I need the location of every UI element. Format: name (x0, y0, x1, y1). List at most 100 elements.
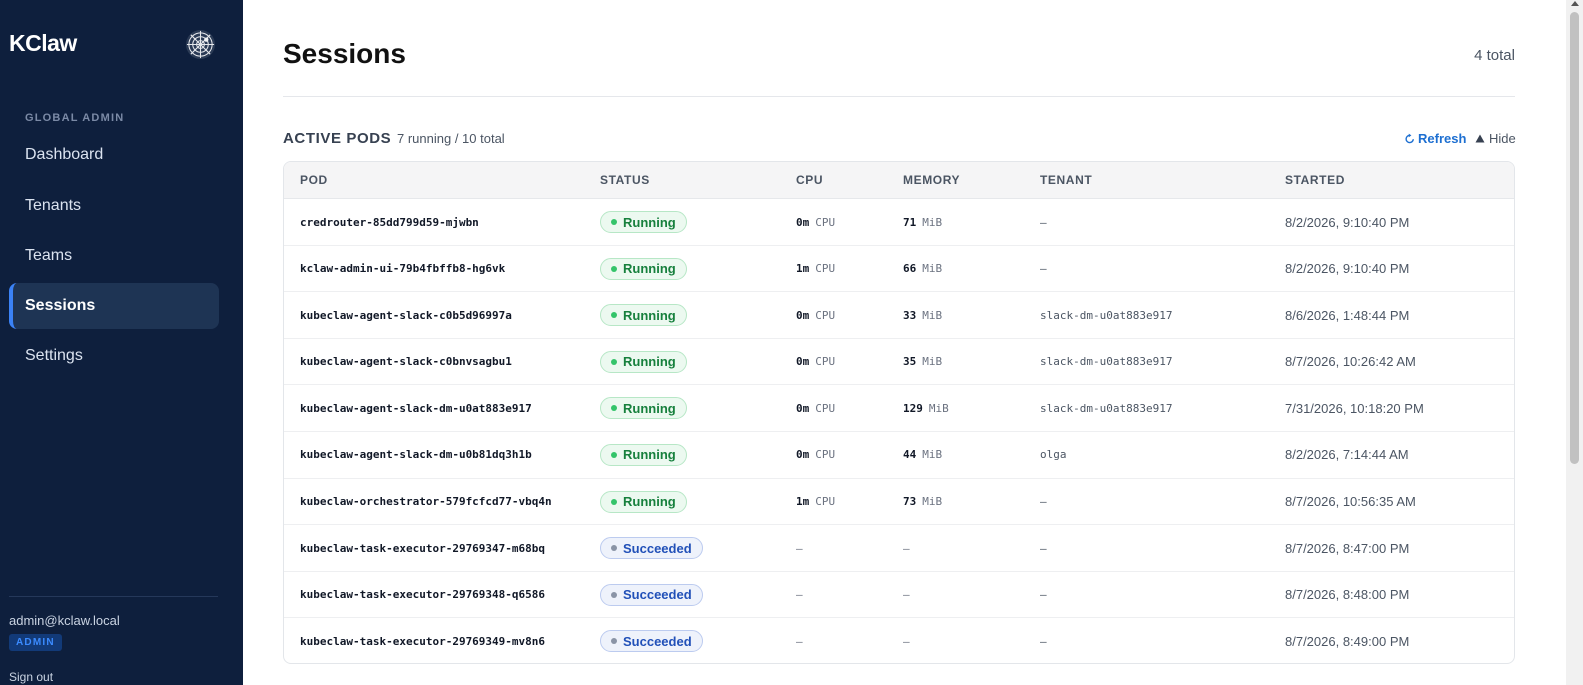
active-pods-summary: 7 running / 10 total (397, 131, 505, 146)
scrollbar-thumb[interactable] (1570, 12, 1579, 464)
memory-value: — (903, 541, 910, 555)
sidebar-item-dashboard[interactable]: Dashboard (9, 132, 219, 178)
refresh-label: Refresh (1418, 131, 1467, 146)
memory-unit: MiB (922, 355, 943, 369)
cpu-value: 1m (796, 495, 810, 509)
cpu-unit: CPU (815, 215, 836, 229)
started-value: 8/7/2026, 10:26:42 AM (1285, 354, 1416, 370)
status-dot-icon (611, 498, 617, 505)
column-header-memory: MEMORY (903, 173, 961, 187)
status-cell: Running (600, 199, 687, 245)
status-badge: Running (600, 257, 687, 280)
cpu-value: — (796, 634, 803, 648)
role-badge: ADMIN (9, 634, 62, 651)
sidebar-item-tenants[interactable]: Tenants (9, 183, 219, 229)
brand-logo-text[interactable]: KClaw (9, 30, 77, 57)
cpu-cell: 1m CPU (796, 479, 835, 525)
status-dot-icon (611, 405, 617, 412)
table-row[interactable]: kubeclaw-orchestrator-579fcfcd77-vbq4n Ru… (284, 479, 1514, 526)
cpu-cell: 0m CPU (796, 432, 835, 478)
tenant-value: – (1040, 588, 1047, 602)
memory-cell: — (903, 525, 910, 571)
status-badge: Succeeded (600, 537, 703, 560)
tenant-value: slack-dm-u0at883e917 (1040, 401, 1173, 415)
status-badge: Running (600, 397, 687, 420)
status-label: Running (623, 354, 676, 370)
table-row[interactable]: kubeclaw-task-executor-29769347-m68bq Suc… (284, 525, 1514, 572)
signout-link[interactable]: Sign out (9, 670, 53, 684)
memory-unit: MiB (922, 262, 943, 276)
active-pods-title: ACTIVE PODS (283, 130, 392, 147)
status-label: Succeeded (623, 540, 692, 556)
hide-label: Hide (1489, 131, 1516, 146)
status-cell: Succeeded (600, 572, 703, 618)
pod-name: kubeclaw-task-executor-29769348-q6586 (300, 588, 546, 602)
hide-button[interactable]: Hide (1475, 131, 1516, 146)
status-dot-icon (611, 545, 617, 552)
tenant-value: – (1040, 262, 1047, 276)
memory-value: — (903, 588, 910, 602)
sidebar-item-settings[interactable]: Settings (9, 333, 219, 379)
sidebar: KClaw GLOBAL ADMIN Dashboard Tenants Tea… (0, 0, 243, 685)
started-value: 8/7/2026, 8:49:00 PM (1285, 633, 1410, 649)
status-badge: Running (600, 490, 687, 513)
pod-name: kubeclaw-agent-slack-dm-u0b81dq3h1b (300, 448, 532, 462)
vertical-scrollbar[interactable] (1566, 0, 1583, 685)
table-row[interactable]: kubeclaw-agent-slack-dm-u0b81dq3h1b Runni… (284, 432, 1514, 479)
sidebar-divider (9, 596, 218, 597)
memory-value: 33 (903, 308, 917, 322)
cpu-unit: CPU (815, 448, 836, 462)
status-dot-icon (611, 265, 617, 272)
table-row[interactable]: kubeclaw-agent-slack-c0bnvsagbu1 Running 0… (284, 339, 1514, 386)
status-cell: Running (600, 385, 687, 431)
sidebar-item-label: Sessions (25, 297, 96, 314)
cpu-unit: CPU (815, 355, 836, 369)
sidebar-item-sessions[interactable]: Sessions (9, 283, 219, 329)
memory-unit: MiB (922, 495, 943, 509)
table-row[interactable]: kubeclaw-agent-slack-dm-u0at883e917 Runni… (284, 385, 1514, 432)
memory-cell: 33 MiB (903, 292, 942, 338)
status-dot-icon (611, 451, 617, 458)
tenant-value: olga (1040, 448, 1067, 462)
tenant-value: – (1040, 541, 1047, 555)
memory-unit: MiB (922, 448, 943, 462)
table-row[interactable]: kubeclaw-agent-slack-c0b5d96997a Running 0… (284, 292, 1514, 339)
table-row[interactable]: kubeclaw-task-executor-29769349-mv8n6 Suc… (284, 618, 1514, 663)
user-email: admin@kclaw.local (9, 613, 120, 628)
cpu-value: 0m (796, 355, 810, 369)
table-body: credrouter-85dd799d59-mjwbn Running 0m CPU 7… (284, 199, 1514, 663)
status-dot-icon (611, 591, 617, 598)
table-row[interactable]: kubeclaw-task-executor-29769348-q6586 Suc… (284, 572, 1514, 619)
memory-unit: MiB (928, 401, 949, 415)
table-header: POD STATUS CPU MEMORY TENANT STARTED (284, 162, 1514, 199)
table-row[interactable]: credrouter-85dd799d59-mjwbn Running 0m CPU 7… (284, 199, 1514, 246)
started-value: 7/31/2026, 10:18:20 PM (1285, 400, 1424, 416)
memory-cell: 71 MiB (903, 199, 942, 245)
scroll-up-arrow-icon[interactable] (1571, 1, 1579, 6)
cpu-value: 1m (796, 262, 810, 276)
cpu-cell: — (796, 572, 803, 618)
status-badge: Running (600, 350, 687, 373)
memory-unit: MiB (922, 308, 943, 322)
started-value: 8/2/2026, 9:10:40 PM (1285, 214, 1410, 230)
sidebar-item-label: Dashboard (25, 146, 104, 163)
memory-cell: 73 MiB (903, 479, 942, 525)
pod-name: kubeclaw-orchestrator-579fcfcd77-vbq4n (300, 495, 552, 509)
pod-name: kubeclaw-agent-slack-c0bnvsagbu1 (300, 355, 512, 369)
status-badge: Running (600, 443, 687, 466)
started-value: 8/7/2026, 8:47:00 PM (1285, 540, 1410, 556)
table-row[interactable]: kclaw-admin-ui-79b4fbffb8-hg6vk Running 1m… (284, 246, 1514, 293)
memory-value: 35 (903, 355, 917, 369)
memory-cell: — (903, 572, 910, 618)
status-label: Running (623, 447, 676, 463)
pod-name: kubeclaw-task-executor-29769349-mv8n6 (300, 634, 546, 648)
sidebar-item-teams[interactable]: Teams (9, 233, 219, 279)
section-label-global-admin: GLOBAL ADMIN (25, 112, 125, 124)
refresh-button[interactable]: Refresh (1405, 131, 1466, 146)
status-badge: Running (600, 304, 687, 327)
sidebar-item-label: Tenants (25, 197, 82, 214)
cpu-cell: 0m CPU (796, 199, 835, 245)
status-label: Succeeded (623, 633, 692, 649)
sidebar-item-label: Settings (25, 347, 83, 364)
column-header-pod: POD (300, 173, 328, 187)
